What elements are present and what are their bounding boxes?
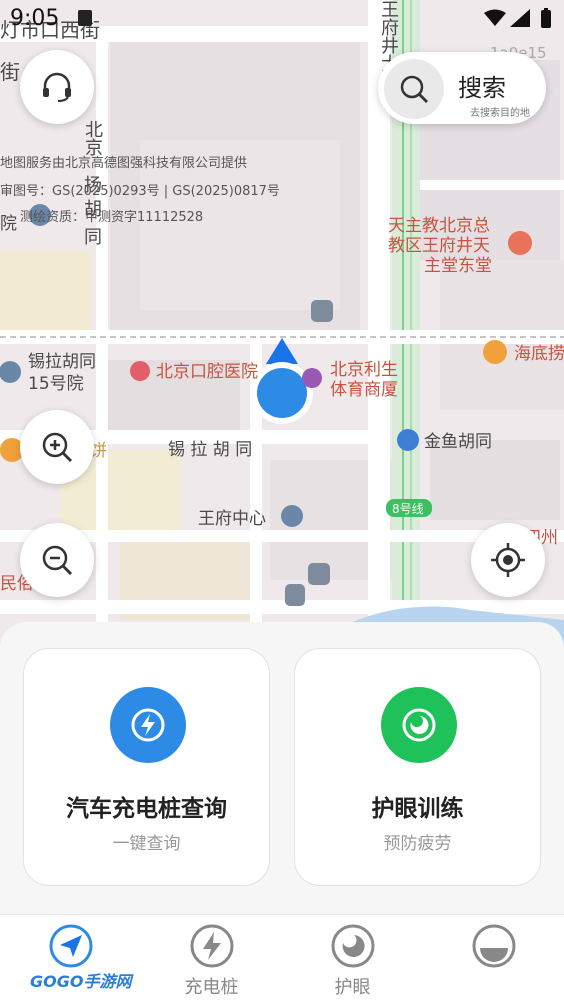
eye-training-card[interactable]: 护眼训练 预防疲劳 bbox=[294, 648, 541, 886]
street-label: 街 bbox=[0, 60, 20, 84]
card-title: 护眼训练 bbox=[371, 796, 464, 822]
battery-icon bbox=[541, 8, 551, 28]
street-label: 锡 拉 胡 同 bbox=[168, 440, 253, 460]
tab-label: 护眼 bbox=[334, 977, 371, 998]
charging-icon bbox=[190, 924, 234, 968]
signal-icon bbox=[510, 9, 530, 27]
poi-label: 15号院 bbox=[28, 374, 84, 394]
poi-label: 王府中心 bbox=[198, 509, 266, 529]
poi-label: 锡拉胡同 bbox=[28, 352, 96, 372]
poi-label: 海底捞 bbox=[514, 344, 564, 364]
zoom-in-button[interactable] bbox=[20, 410, 94, 484]
map-credit: 地图服务由北京高德图强科技有限公司提供 bbox=[0, 156, 248, 171]
charging-icon-badge bbox=[110, 687, 186, 763]
search-icon-wrap bbox=[384, 59, 444, 119]
crosshair-icon bbox=[491, 543, 525, 577]
profile-icon bbox=[472, 924, 516, 968]
poi-label: 北京利生 bbox=[330, 360, 398, 380]
headset-icon bbox=[43, 72, 71, 102]
map-credit: 测绘资质：甲测资字11112528 bbox=[20, 210, 204, 225]
search-hint: 去搜索目的地 bbox=[470, 108, 530, 119]
tab-eye-care[interactable]: 护眼 bbox=[282, 915, 423, 1004]
tab-charging[interactable]: 充电桩 bbox=[141, 915, 282, 1004]
eye-care-icon bbox=[331, 924, 375, 968]
customer-service-button[interactable] bbox=[20, 50, 94, 124]
watermark-logo: GOGO手游网 bbox=[30, 972, 132, 991]
poi-label: 教区王府井天 bbox=[388, 236, 490, 256]
lane-label: 北京 bbox=[82, 120, 103, 156]
metro-line-label: 8号线 bbox=[392, 502, 424, 516]
map-credit: 审图号：GS(2025)0293号 | GS(2025)0817号 bbox=[0, 184, 280, 199]
poi-label: 金鱼胡同 bbox=[424, 432, 492, 452]
search-button[interactable]: 搜索 去搜索目的地 bbox=[378, 52, 546, 124]
poi-label: 院 bbox=[0, 214, 17, 234]
card-subtitle: 一键查询 bbox=[112, 834, 181, 854]
zoom-out-button[interactable] bbox=[20, 523, 94, 597]
tab-label: 充电桩 bbox=[184, 977, 239, 998]
charging-station-card[interactable]: 汽车充电桩查询 一键查询 bbox=[23, 648, 270, 886]
lightning-icon bbox=[131, 708, 165, 742]
card-subtitle: 预防疲劳 bbox=[383, 834, 452, 854]
wifi-icon bbox=[484, 9, 506, 26]
poi-label: 体育商厦 bbox=[330, 380, 398, 400]
eye-icon-badge bbox=[381, 687, 457, 763]
zoom-out-icon bbox=[42, 545, 72, 575]
status-time: 9:05 bbox=[10, 6, 60, 31]
app-screen: 1a0e15 灯市口西街 街 北京 扬 胡 同 王府井大街 院 地图服务由北京高… bbox=[0, 0, 564, 1004]
feature-panel: 汽车充电桩查询 一键查询 护眼训练 预防疲劳 bbox=[0, 622, 564, 914]
poi-label: 北京口腔医院 bbox=[156, 362, 258, 382]
tab-profile[interactable] bbox=[423, 915, 564, 1004]
lane-label: 同 bbox=[84, 227, 102, 248]
locate-me-button[interactable] bbox=[471, 523, 545, 597]
eye-care-icon bbox=[402, 708, 436, 742]
navigation-icon bbox=[49, 924, 93, 968]
status-bar: 9:05 bbox=[0, 0, 564, 38]
search-icon bbox=[400, 75, 428, 103]
zoom-in-icon bbox=[42, 432, 72, 462]
search-label: 搜索 bbox=[458, 74, 506, 102]
poi-label: 天主教北京总 bbox=[388, 216, 490, 236]
card-title: 汽车充电桩查询 bbox=[66, 796, 227, 822]
notification-icon bbox=[78, 10, 92, 26]
poi-label: 主堂东堂 bbox=[424, 256, 492, 276]
